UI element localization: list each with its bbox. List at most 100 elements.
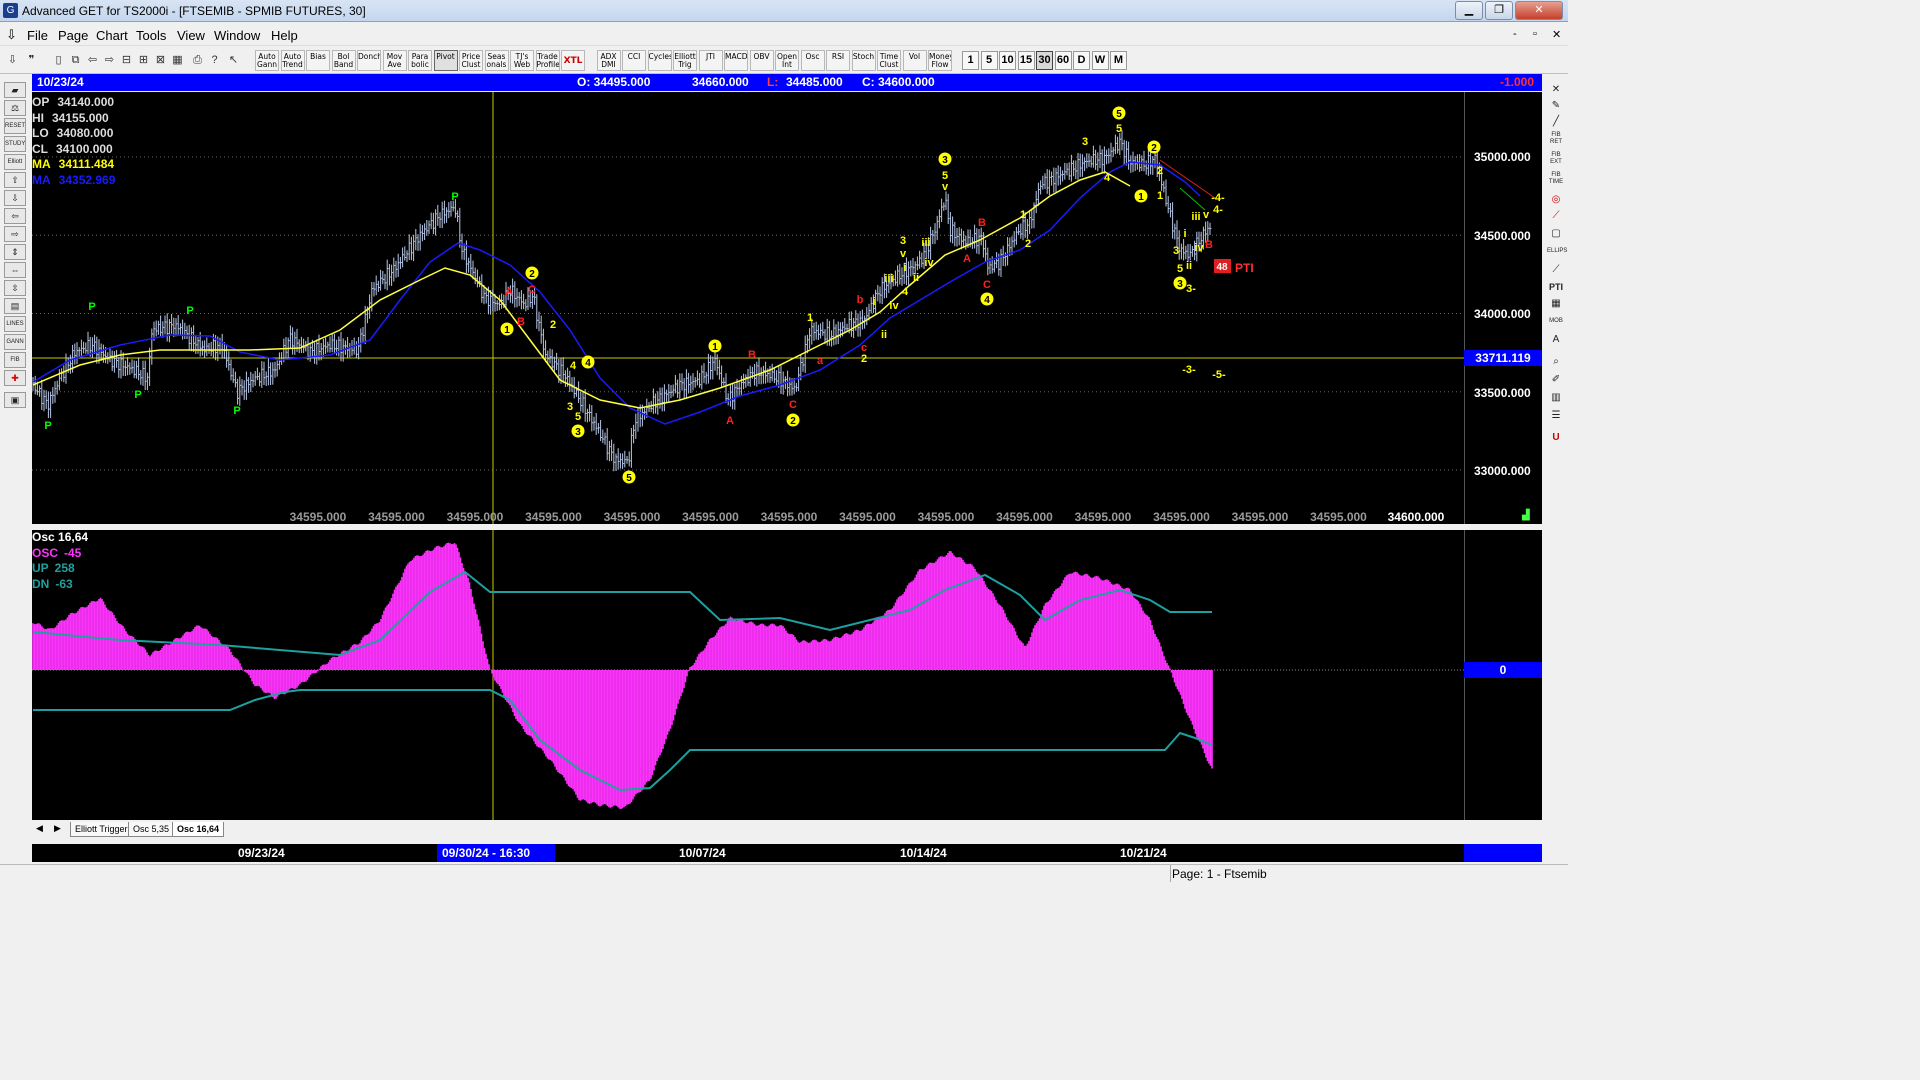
period-button-30[interactable]: 30 bbox=[1036, 51, 1053, 70]
oscillator-svg[interactable] bbox=[32, 530, 1464, 820]
grid-tool-icon[interactable]: ▦ bbox=[1547, 296, 1565, 311]
scroll-left-icon[interactable]: ⇦ bbox=[84, 51, 101, 69]
study-button-auto-gann[interactable]: Auto Gann bbox=[255, 50, 279, 71]
list-icon[interactable]: ☰ bbox=[1547, 408, 1565, 423]
arrow-left-icon[interactable]: ⇦ bbox=[4, 208, 26, 224]
menu-tools[interactable]: Tools bbox=[136, 28, 166, 43]
expand-icon[interactable]: ⇔ bbox=[4, 262, 26, 278]
menu-help[interactable]: Help bbox=[271, 28, 298, 43]
close-x-icon[interactable]: ✕ bbox=[1547, 82, 1565, 97]
balance-icon[interactable]: ⚖ bbox=[4, 100, 26, 116]
study-button-obv[interactable]: OBV bbox=[749, 50, 774, 71]
mdi-restore-button[interactable]: ▫ bbox=[1533, 28, 1537, 40]
elliott-button[interactable]: Elliott bbox=[4, 154, 26, 170]
study-button-price-clust[interactable]: Price Clust bbox=[459, 50, 483, 71]
study-button-money-flow[interactable]: Money Flow bbox=[928, 50, 952, 71]
tab-osc-16-64[interactable]: Osc 16,64 bbox=[172, 822, 225, 837]
crosshair-icon[interactable]: ✚ bbox=[4, 370, 26, 386]
mdi-minimize-button[interactable]: - bbox=[1513, 28, 1517, 40]
study-button-adx-dmi[interactable]: ADX DMI bbox=[596, 50, 621, 71]
zoom-out-icon[interactable]: ⊟ bbox=[118, 51, 135, 69]
period-button-5[interactable]: 5 bbox=[980, 51, 998, 70]
study-button-para-bolic[interactable]: Para bolic bbox=[408, 50, 432, 71]
split-icon[interactable]: ⇕ bbox=[4, 244, 26, 260]
period-button-15[interactable]: 15 bbox=[1017, 51, 1035, 70]
fib-ext-button[interactable]: FIB EXT bbox=[1547, 152, 1565, 167]
help-icon[interactable]: ? bbox=[206, 51, 223, 69]
tab-prev-icon[interactable]: ◀ bbox=[36, 823, 43, 834]
tab-next-icon[interactable]: ▶ bbox=[54, 823, 61, 834]
study-button-jti[interactable]: JTI bbox=[698, 50, 723, 71]
close-button[interactable]: ✕ bbox=[1515, 1, 1563, 20]
fib-button[interactable]: FIB bbox=[4, 352, 26, 368]
oscillator-panel[interactable]: Osc 16,64 OSC -45 UP 258 DN -63 bbox=[32, 530, 1464, 820]
fib-time-button[interactable]: FIB TIME bbox=[1547, 172, 1565, 187]
study-button-trade-profile[interactable]: Trade Profile bbox=[535, 50, 560, 71]
pen-icon[interactable]: ✎ bbox=[1547, 98, 1565, 113]
context-help-icon[interactable]: ↖ bbox=[225, 51, 242, 69]
study-button-macd[interactable]: MACD bbox=[724, 50, 748, 71]
arrow-down-icon[interactable]: ⇩ bbox=[4, 190, 26, 206]
tab-osc-5-35[interactable]: Osc 5,35 bbox=[128, 822, 175, 837]
arrow-right-icon[interactable]: ⇨ bbox=[4, 226, 26, 242]
folder-icon[interactable]: ▰ bbox=[4, 82, 26, 98]
draw-icon[interactable]: ✐ bbox=[1547, 372, 1565, 387]
menu-chart[interactable]: Chart bbox=[96, 28, 128, 43]
minimize-button[interactable]: ▁ bbox=[1455, 1, 1483, 20]
trend-icon[interactable]: ⟋ bbox=[1547, 262, 1565, 277]
study-button-cci[interactable]: CCI bbox=[622, 50, 646, 71]
mdi-close-button[interactable]: ✕ bbox=[1552, 28, 1561, 41]
reset-button[interactable]: RESET bbox=[4, 118, 26, 134]
study-button-open-int[interactable]: Open Int bbox=[775, 50, 799, 71]
study-button-osc[interactable]: Osc bbox=[800, 50, 825, 71]
study-button[interactable]: STUDY bbox=[4, 136, 26, 152]
quote-icon[interactable]: ❞ bbox=[23, 51, 40, 69]
scroll-icon[interactable]: ⇨ bbox=[101, 51, 118, 69]
period-button-10[interactable]: 10 bbox=[999, 51, 1016, 70]
menu-page[interactable]: Page bbox=[58, 28, 88, 43]
study-button-bias[interactable]: Bias bbox=[306, 50, 330, 71]
period-button-w[interactable]: W bbox=[1091, 51, 1109, 70]
study-button-time-clust[interactable]: Time Clust bbox=[877, 50, 901, 71]
study-button-vol[interactable]: Vol bbox=[902, 50, 927, 71]
study-button-auto-trend[interactable]: Auto Trend bbox=[280, 50, 305, 71]
fan-icon[interactable]: ⟋ bbox=[1547, 208, 1565, 223]
compress-icon[interactable]: ⇳ bbox=[4, 280, 26, 296]
study-button-cycles[interactable]: Cycles bbox=[647, 50, 672, 71]
zoom-in-icon[interactable]: ⊞ bbox=[135, 51, 152, 69]
study-button-pivot[interactable]: Pivot bbox=[433, 50, 458, 71]
arrow-icon[interactable]: ⇩ bbox=[4, 51, 21, 69]
maximize-button[interactable]: ❐ bbox=[1485, 1, 1513, 20]
lines-button[interactable]: LINES bbox=[4, 316, 26, 332]
mob-button[interactable]: MOB bbox=[1547, 314, 1565, 329]
period-button-d[interactable]: D bbox=[1073, 51, 1090, 70]
box-icon[interactable]: ▢ bbox=[1547, 226, 1565, 241]
gann-button[interactable]: GANN bbox=[4, 334, 26, 350]
save-icon[interactable]: ▣ bbox=[4, 392, 26, 408]
study-button-xtl[interactable]: XTL bbox=[561, 50, 585, 71]
study-button-mov-ave[interactable]: Mov Ave bbox=[382, 50, 407, 71]
study-button-rsi[interactable]: RSI bbox=[826, 50, 850, 71]
chart-icon[interactable]: ▟ bbox=[1522, 510, 1530, 521]
magnify-icon[interactable]: ⌕ bbox=[1547, 354, 1565, 369]
menu-window[interactable]: Window bbox=[214, 28, 260, 43]
ruler-icon[interactable]: ▥ bbox=[1547, 390, 1565, 405]
print-icon[interactable]: ⎙ bbox=[189, 51, 206, 69]
ellipse-button[interactable]: ELLIPS bbox=[1547, 244, 1567, 259]
text-tool-icon[interactable]: A bbox=[1547, 332, 1565, 347]
price-chart[interactable]: P P P P P P A B C 2 4 3 5 A B C 1 a b c 2 i ii iii iv 3 v i 4 ii iii iv… bbox=[32, 92, 1464, 524]
study-button-donch[interactable]: Donch bbox=[357, 50, 381, 71]
fib-ret-button[interactable]: FIB RET bbox=[1547, 132, 1565, 147]
study-button-stoch[interactable]: Stoch bbox=[851, 50, 876, 71]
new-page-icon[interactable]: ▯ bbox=[50, 51, 67, 69]
document-icon[interactable]: ⇩ bbox=[6, 27, 17, 43]
study-button-seas-onals[interactable]: Seas onals bbox=[484, 50, 509, 71]
menu-view[interactable]: View bbox=[177, 28, 205, 43]
undo-icon[interactable]: U bbox=[1547, 430, 1565, 445]
table-icon[interactable]: ▤ bbox=[4, 298, 26, 314]
menu-file[interactable]: File bbox=[27, 28, 48, 43]
study-button-tj-s-web[interactable]: TJ's Web bbox=[510, 50, 534, 71]
study-button-elliott-trig[interactable]: Elliott Trig bbox=[673, 50, 697, 71]
grid-icon[interactable]: ▦ bbox=[169, 51, 186, 69]
line-icon[interactable]: ╱ bbox=[1547, 114, 1565, 129]
